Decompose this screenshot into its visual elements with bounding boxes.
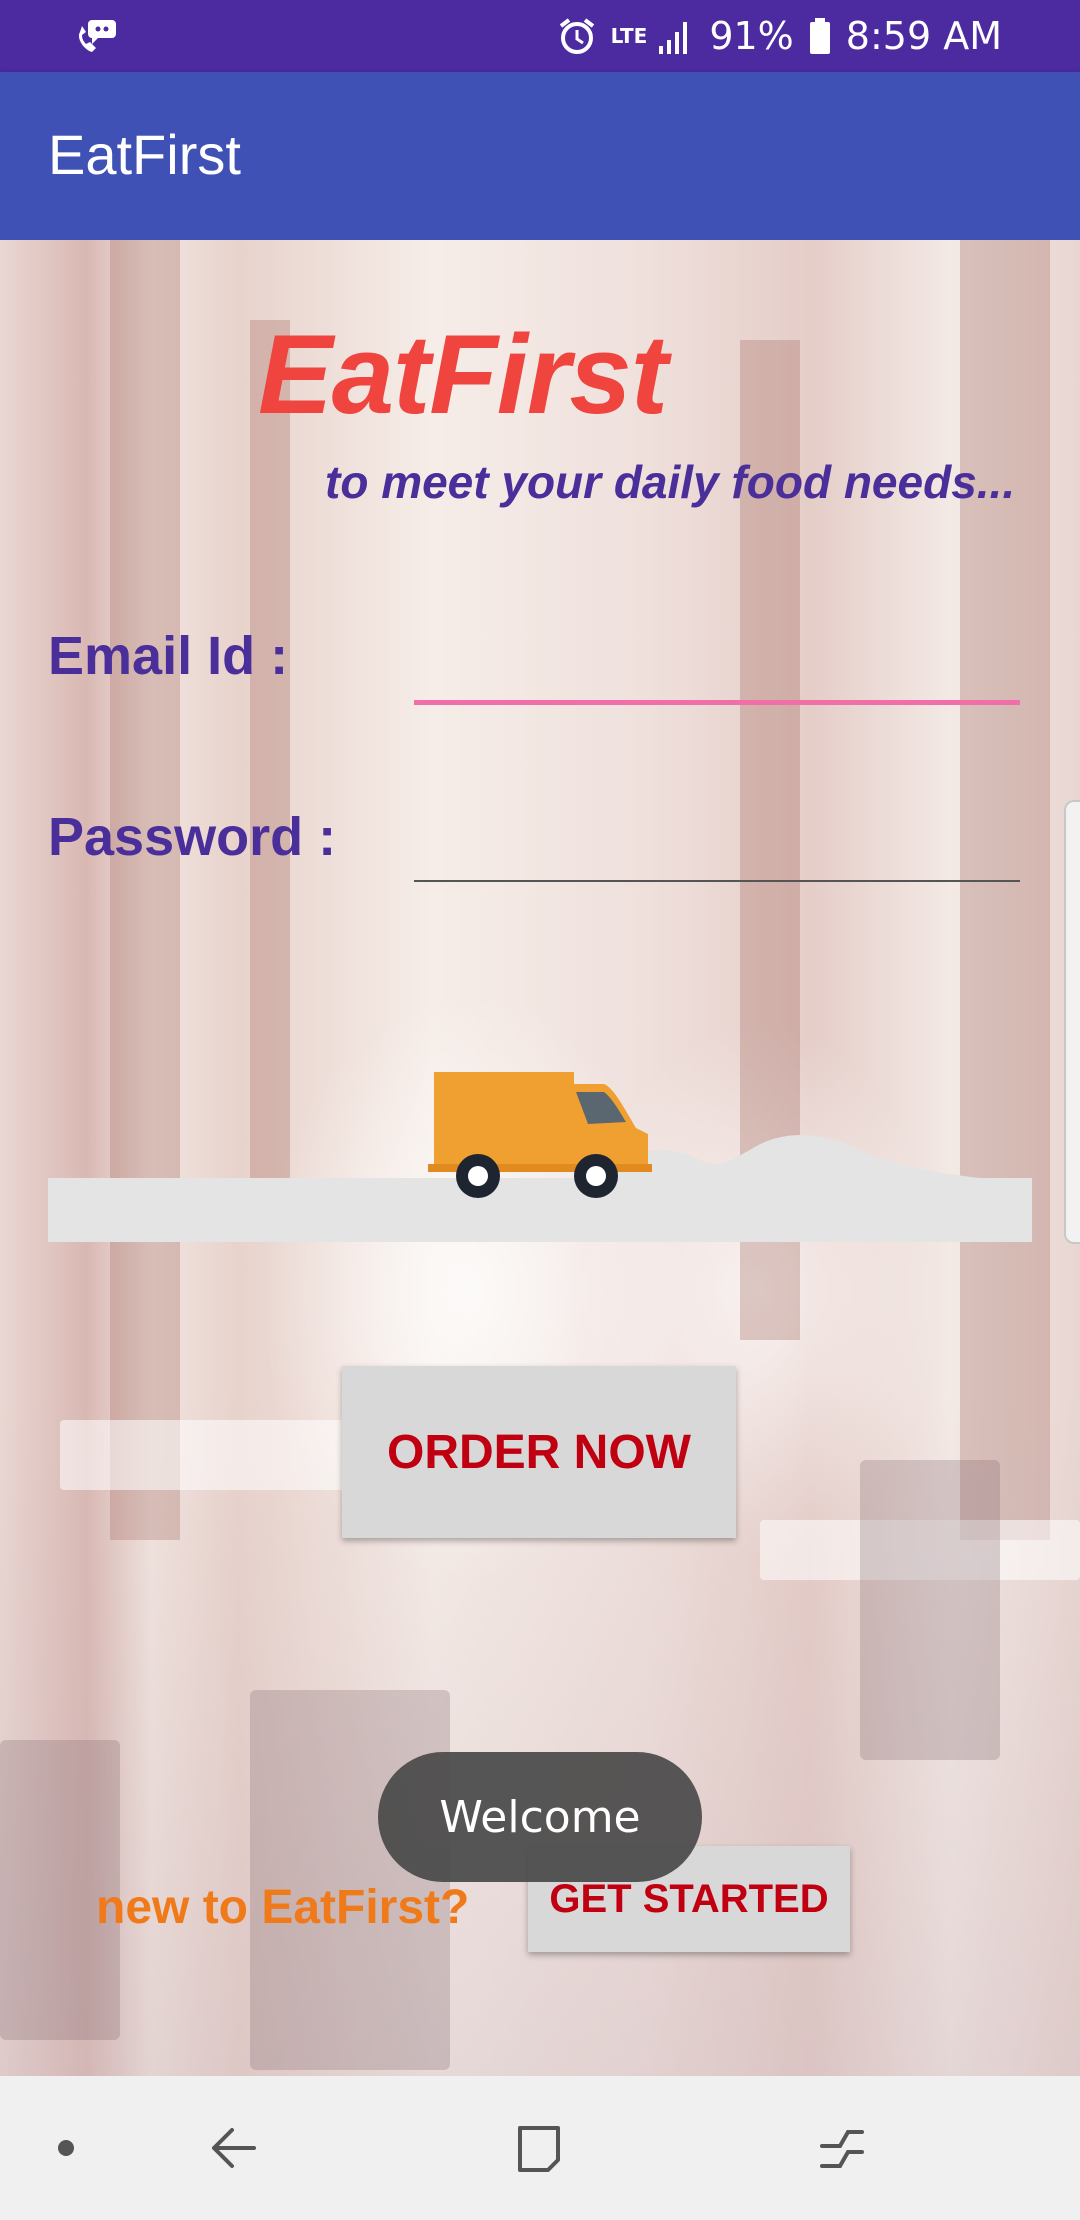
- background-pillar: [110, 240, 180, 1540]
- tagline: to meet your daily food needs...: [325, 456, 1016, 508]
- back-icon[interactable]: [206, 2118, 266, 2178]
- clock: 8:59 AM: [845, 14, 1002, 58]
- email-underline: [414, 700, 1020, 705]
- navigation-bar: [0, 2076, 1080, 2220]
- app-title: EatFirst: [48, 123, 241, 186]
- background-chair: [860, 1460, 1000, 1760]
- toast-message: Welcome: [439, 1791, 641, 1843]
- password-input[interactable]: [414, 800, 1024, 882]
- order-now-button[interactable]: ORDER NOW: [342, 1366, 736, 1538]
- hills-illustration: [600, 1135, 1032, 1190]
- network-type: LTE: [610, 24, 648, 48]
- battery-icon: [809, 18, 830, 54]
- delivery-truck-icon: [428, 1072, 652, 1198]
- dot-icon[interactable]: [36, 2118, 96, 2178]
- edge-panel-handle[interactable]: [1064, 800, 1080, 1244]
- recents-icon[interactable]: [812, 2118, 872, 2178]
- new-user-prompt: new to EatFirst?: [96, 1881, 470, 1934]
- email-label: Email Id :: [48, 626, 289, 686]
- welcome-toast: Welcome: [378, 1752, 702, 1882]
- voicemail-icon: [78, 20, 116, 52]
- background-pillar: [250, 320, 290, 1220]
- alarm-icon: [559, 18, 594, 54]
- brand-title: EatFirst: [258, 312, 668, 437]
- password-label: Password :: [48, 807, 337, 867]
- background-pillar: [960, 240, 1050, 1540]
- signal-icon: [659, 22, 688, 54]
- battery-percent: 91%: [709, 14, 794, 58]
- app-bar: EatFirst: [0, 72, 1080, 240]
- status-bar: LTE 91% 8:59 AM: [0, 0, 1080, 72]
- password-underline: [414, 880, 1020, 882]
- home-icon[interactable]: [508, 2118, 568, 2178]
- email-input[interactable]: [414, 620, 1024, 702]
